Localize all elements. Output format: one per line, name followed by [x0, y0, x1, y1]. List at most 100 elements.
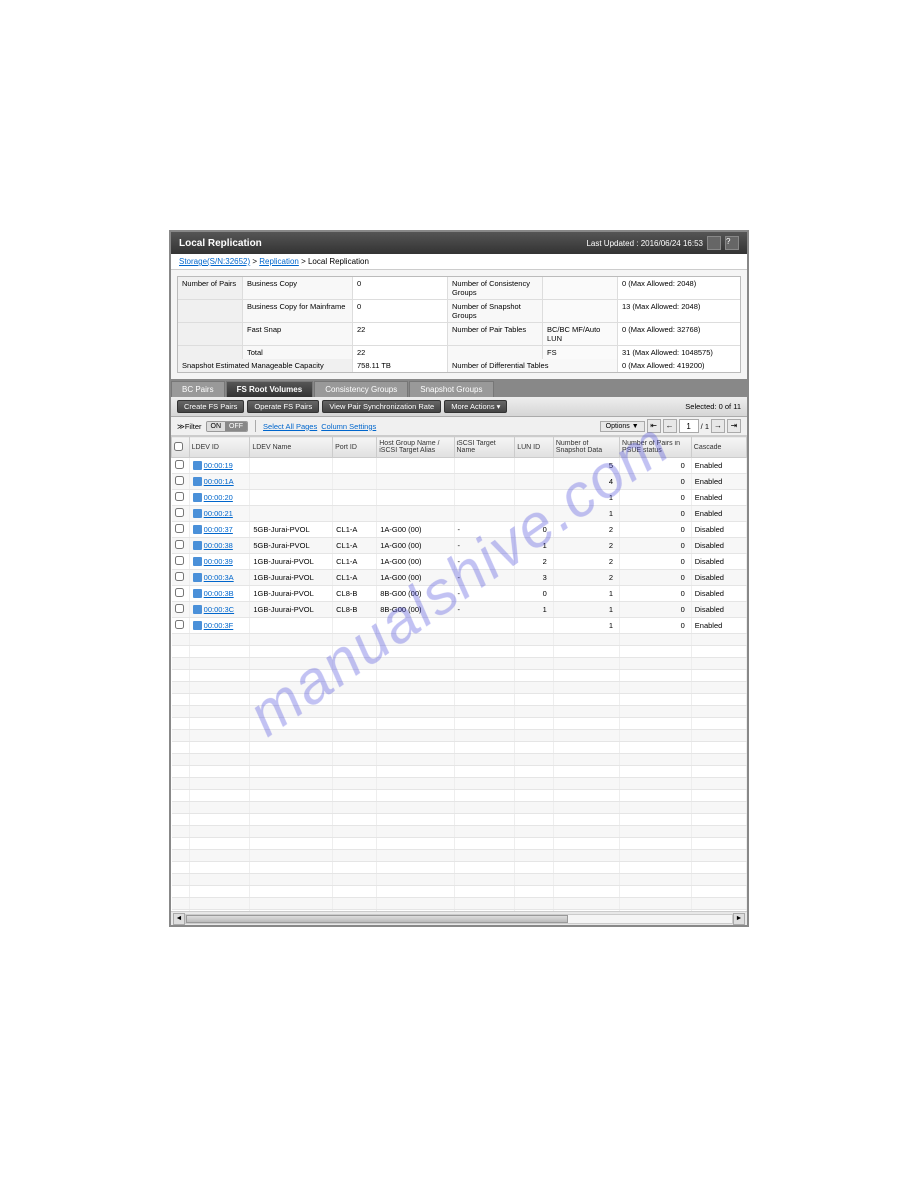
horizontal-scrollbar[interactable]: ◄ ► [171, 911, 747, 925]
empty-row [172, 850, 747, 862]
column-header[interactable]: iSCSI Target Name [454, 437, 515, 458]
table-row[interactable]: 00:00:3B1GB-Juurai-PVOLCL8-B8B-G00 (00)-… [172, 586, 747, 602]
help-icon[interactable]: ? [725, 236, 739, 250]
host-group [377, 490, 454, 506]
row-checkbox[interactable] [175, 620, 184, 629]
empty-row [172, 898, 747, 910]
ldev-link[interactable]: 00:00:19 [204, 461, 233, 470]
row-checkbox[interactable] [175, 588, 184, 597]
tab-consistency-groups[interactable]: Consistency Groups [314, 381, 408, 397]
breadcrumb-storage[interactable]: Storage(S/N:32652) [179, 257, 250, 266]
column-header[interactable]: LUN ID [515, 437, 554, 458]
tab-bc-pairs[interactable]: BC Pairs [171, 381, 225, 397]
ldev-link[interactable]: 00:00:38 [204, 541, 233, 550]
view-pair-sync-button[interactable]: View Pair Synchronization Rate [322, 400, 441, 413]
table-row[interactable]: 00:00:1A40Enabled [172, 474, 747, 490]
filter-toggle[interactable]: ON OFF [206, 421, 249, 432]
empty-row [172, 718, 747, 730]
ldev-link[interactable]: 00:00:1A [204, 477, 234, 486]
summary-label: Business Copy [243, 277, 353, 299]
table-row[interactable]: 00:00:3F10Enabled [172, 618, 747, 634]
row-checkbox[interactable] [175, 524, 184, 533]
empty-row [172, 682, 747, 694]
app-window: manualshive.com Local Replication Last U… [169, 230, 749, 927]
psue-count: 0 [620, 554, 692, 570]
row-checkbox[interactable] [175, 508, 184, 517]
row-checkbox[interactable] [175, 604, 184, 613]
operate-fs-pairs-button[interactable]: Operate FS Pairs [247, 400, 319, 413]
refresh-icon[interactable] [707, 236, 721, 250]
breadcrumb-replication[interactable]: Replication [259, 257, 299, 266]
page-next-button[interactable]: → [711, 419, 725, 433]
ldev-link[interactable]: 00:00:21 [204, 509, 233, 518]
page-first-button[interactable]: ⇤ [647, 419, 661, 433]
row-checkbox[interactable] [175, 540, 184, 549]
column-header[interactable]: Cascade [691, 437, 746, 458]
create-fs-pairs-button[interactable]: Create FS Pairs [177, 400, 244, 413]
table-row[interactable]: 00:00:2110Enabled [172, 506, 747, 522]
column-header[interactable]: LDEV Name [250, 437, 333, 458]
cascade: Disabled [691, 570, 746, 586]
page-last-button[interactable]: ⇥ [727, 419, 741, 433]
options-button[interactable]: Options ▼ [600, 421, 645, 432]
ldev-link[interactable]: 00:00:20 [204, 493, 233, 502]
lun-id [515, 490, 554, 506]
table-row[interactable]: 00:00:39 1GB-Juurai-PVOLCL1-A1A-G00 (00)-… [172, 554, 747, 570]
host-group [377, 458, 454, 474]
row-checkbox[interactable] [175, 572, 184, 581]
column-header[interactable]: Number of Pairs in PSUE status [620, 437, 692, 458]
empty-row [172, 670, 747, 682]
column-header[interactable]: Port ID [333, 437, 377, 458]
empty-row [172, 766, 747, 778]
ldev-link[interactable]: 00:00:3B [204, 589, 234, 598]
table-row[interactable]: 00:00:1950Enabled [172, 458, 747, 474]
ldev-name [250, 458, 333, 474]
tab-snapshot-groups[interactable]: Snapshot Groups [409, 381, 493, 397]
column-settings[interactable]: Column Settings [321, 422, 376, 431]
snapshot-count: 4 [553, 474, 619, 490]
table-row[interactable]: 00:00:375GB-Jurai-PVOLCL1-A1A-G00 (00)-0… [172, 522, 747, 538]
ldev-link[interactable]: 00:00:3C [204, 605, 234, 614]
volume-icon [193, 621, 202, 630]
column-header[interactable]: LDEV ID [189, 437, 250, 458]
summary-label2 [448, 346, 543, 359]
ldev-link[interactable]: 00:00:37 [204, 525, 233, 534]
column-header[interactable]: Host Group Name / iSCSI Target Alias [377, 437, 454, 458]
snapshot-count: 1 [553, 506, 619, 522]
summary-panel: Number of PairsBusiness Copy0Number of C… [171, 270, 747, 379]
page-prev-button[interactable]: ← [663, 419, 677, 433]
lun-id: 2 [515, 554, 554, 570]
select-all-pages[interactable]: Select All Pages [263, 422, 317, 431]
lun-id: 0 [515, 522, 554, 538]
host-group [377, 474, 454, 490]
table-row[interactable]: 00:00:3A1GB-Juurai-PVOLCL1-A1A-G00 (00)-… [172, 570, 747, 586]
row-checkbox[interactable] [175, 476, 184, 485]
tab-fs-root-volumes[interactable]: FS Root Volumes [226, 381, 314, 397]
row-checkbox[interactable] [175, 460, 184, 469]
port-id [333, 490, 377, 506]
column-header[interactable] [172, 437, 190, 458]
select-all-checkbox[interactable] [174, 442, 183, 451]
page-input[interactable] [679, 419, 699, 433]
table-row[interactable]: 00:00:385GB-Jurai-PVOLCL1-A1A-G00 (00)-1… [172, 538, 747, 554]
ldev-link[interactable]: 00:00:3F [204, 621, 234, 630]
port-id [333, 618, 377, 634]
column-header[interactable]: Number of Snapshot Data [553, 437, 619, 458]
row-checkbox[interactable] [175, 492, 184, 501]
lun-id: 1 [515, 602, 554, 618]
port-id: CL1-A [333, 554, 377, 570]
table-row[interactable]: 00:00:2010Enabled [172, 490, 747, 506]
iscsi-target: - [454, 554, 515, 570]
filter-label: ≫Filter [177, 422, 202, 431]
ldev-link[interactable]: 00:00:3A [204, 573, 234, 582]
ldev-link[interactable]: 00:00:39 [204, 557, 233, 566]
scroll-right-icon[interactable]: ► [733, 913, 745, 925]
host-group: 1A-G00 (00) [377, 554, 454, 570]
more-actions-button[interactable]: More Actions ▾ [444, 400, 507, 413]
lun-id: 1 [515, 538, 554, 554]
ldev-name: 1GB-Juurai-PVOL [250, 554, 333, 570]
empty-row [172, 742, 747, 754]
table-row[interactable]: 00:00:3C1GB-Juurai-PVOLCL8-B8B-G00 (00)-… [172, 602, 747, 618]
scroll-left-icon[interactable]: ◄ [173, 913, 185, 925]
row-checkbox[interactable] [175, 556, 184, 565]
